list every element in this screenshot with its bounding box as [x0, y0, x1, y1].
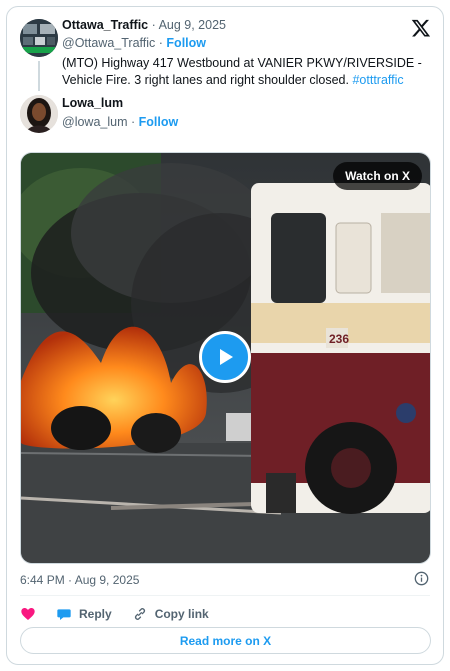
heart-icon — [21, 608, 35, 620]
tweet-actions: Reply Copy link — [20, 604, 229, 624]
follow-lowa-lum-button[interactable]: Follow — [139, 115, 179, 129]
author-header-row2: @lowa_lum · Follow — [62, 114, 178, 131]
original-tweet-header-row2: @Ottawa_Traffic · Follow — [62, 35, 206, 52]
author-display-name[interactable]: Lowa_lum — [62, 96, 123, 110]
info-icon[interactable] — [414, 571, 429, 586]
video-media[interactable]: 236 Watch on X — [20, 152, 431, 564]
divider — [20, 595, 430, 596]
separator-dot: · — [158, 36, 163, 50]
original-handle[interactable]: @Ottawa_Traffic — [62, 36, 155, 50]
link-icon — [134, 608, 145, 620]
play-icon — [220, 349, 233, 365]
copy-link-button[interactable]: Copy link — [132, 606, 209, 622]
x-logo-icon[interactable] — [411, 18, 431, 38]
copy-link-label: Copy link — [154, 607, 209, 621]
read-more-on-x-button[interactable]: Read more on X — [20, 627, 431, 654]
original-tweet-header-row1: Ottawa_Traffic · Aug 9, 2025 — [62, 17, 226, 34]
original-display-name[interactable]: Ottawa_Traffic — [62, 18, 148, 32]
tweet-timestamp[interactable]: 6:44 PM · Aug 9, 2025 — [20, 573, 139, 587]
reply-bubble-icon — [57, 609, 71, 620]
follow-ottawa-traffic-button[interactable]: Follow — [166, 36, 206, 50]
ottawa-traffic-avatar[interactable] — [20, 19, 58, 57]
like-button[interactable] — [20, 606, 36, 622]
hashtag-link[interactable]: #otttraffic — [352, 73, 403, 87]
reply-label: Reply — [79, 607, 112, 621]
reply-button[interactable]: Reply — [56, 606, 112, 622]
lowa-lum-avatar[interactable] — [20, 95, 58, 133]
separator-dot: · — [130, 115, 136, 129]
play-button[interactable] — [199, 331, 251, 383]
author-handle[interactable]: @lowa_lum — [62, 115, 128, 129]
thread-connector-line — [38, 61, 40, 91]
author-header-row1: Lowa_lum — [62, 95, 123, 112]
original-date[interactable]: · Aug 9, 2025 — [152, 18, 226, 32]
original-tweet-text-block: (MTO) Highway 417 Westbound at VANIER PK… — [62, 55, 437, 88]
truck-number-text: 236 — [329, 332, 349, 346]
embedded-tweet-card: Ottawa_Traffic · Aug 9, 2025 @Ottawa_Tra… — [6, 6, 444, 665]
watch-on-x-button[interactable]: Watch on X — [333, 162, 422, 190]
